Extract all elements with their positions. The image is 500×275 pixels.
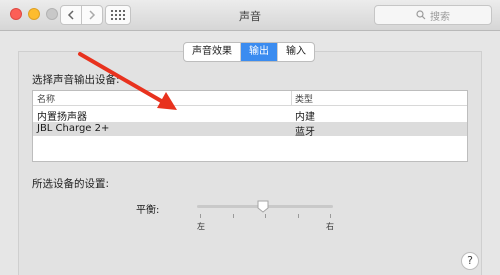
search-icon bbox=[416, 10, 426, 20]
output-device-table[interactable]: 名称 类型 内置扬声器 内建 JBL Charge 2+ 蓝牙 bbox=[32, 90, 468, 162]
slider-tick bbox=[200, 214, 201, 218]
device-type: 蓝牙 bbox=[295, 127, 315, 138]
table-row-selected[interactable]: JBL Charge 2+ 蓝牙 bbox=[33, 122, 467, 138]
slider-tick bbox=[298, 214, 299, 218]
balance-label: 平衡: bbox=[136, 205, 160, 216]
tab-sound-effects[interactable]: 声音效果 bbox=[184, 43, 241, 61]
slider-tick bbox=[330, 214, 331, 218]
balance-left-label: 左 bbox=[197, 222, 205, 231]
column-divider bbox=[291, 91, 292, 105]
output-device-label: 选择声音输出设备: bbox=[32, 74, 120, 86]
slider-tick bbox=[233, 214, 234, 218]
balance-slider-thumb[interactable] bbox=[257, 200, 269, 213]
device-name: JBL Charge 2+ bbox=[37, 123, 110, 134]
title-bar: 声音 搜索 bbox=[0, 0, 500, 31]
column-header-name[interactable]: 名称 bbox=[37, 92, 55, 105]
tab-input[interactable]: 输入 bbox=[278, 43, 314, 61]
device-name: 内置扬声器 bbox=[37, 112, 87, 123]
table-header: 名称 类型 bbox=[33, 91, 467, 106]
tab-output[interactable]: 输出 bbox=[241, 43, 278, 61]
table-row[interactable]: 内置扬声器 内建 bbox=[33, 107, 467, 123]
search-field[interactable]: 搜索 bbox=[374, 5, 492, 25]
device-settings-label: 所选设备的设置: bbox=[32, 178, 110, 190]
slider-tick bbox=[265, 214, 266, 218]
search-placeholder: 搜索 bbox=[430, 11, 450, 23]
balance-right-label: 右 bbox=[326, 222, 334, 231]
help-button[interactable]: ? bbox=[461, 252, 479, 270]
tab-bar: 声音效果 输出 输入 bbox=[183, 42, 315, 62]
column-header-type[interactable]: 类型 bbox=[295, 92, 313, 105]
device-type: 内建 bbox=[295, 112, 315, 123]
